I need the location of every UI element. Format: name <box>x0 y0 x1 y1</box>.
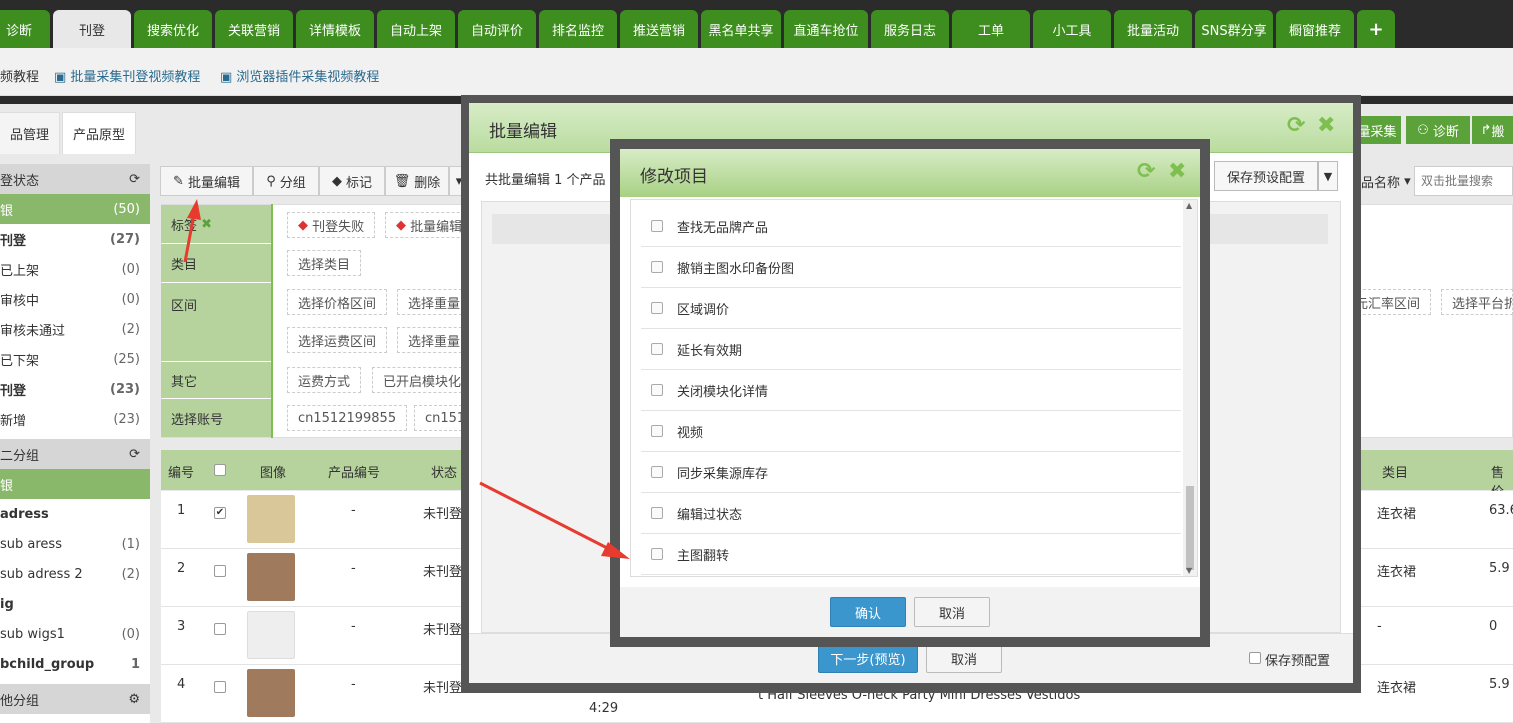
arrow-right-head <box>601 542 630 559</box>
arrow-right-line <box>479 481 614 553</box>
arrow-up-head <box>187 199 201 220</box>
arrow-up-line <box>183 213 196 263</box>
annotation-arrows <box>183 199 630 559</box>
